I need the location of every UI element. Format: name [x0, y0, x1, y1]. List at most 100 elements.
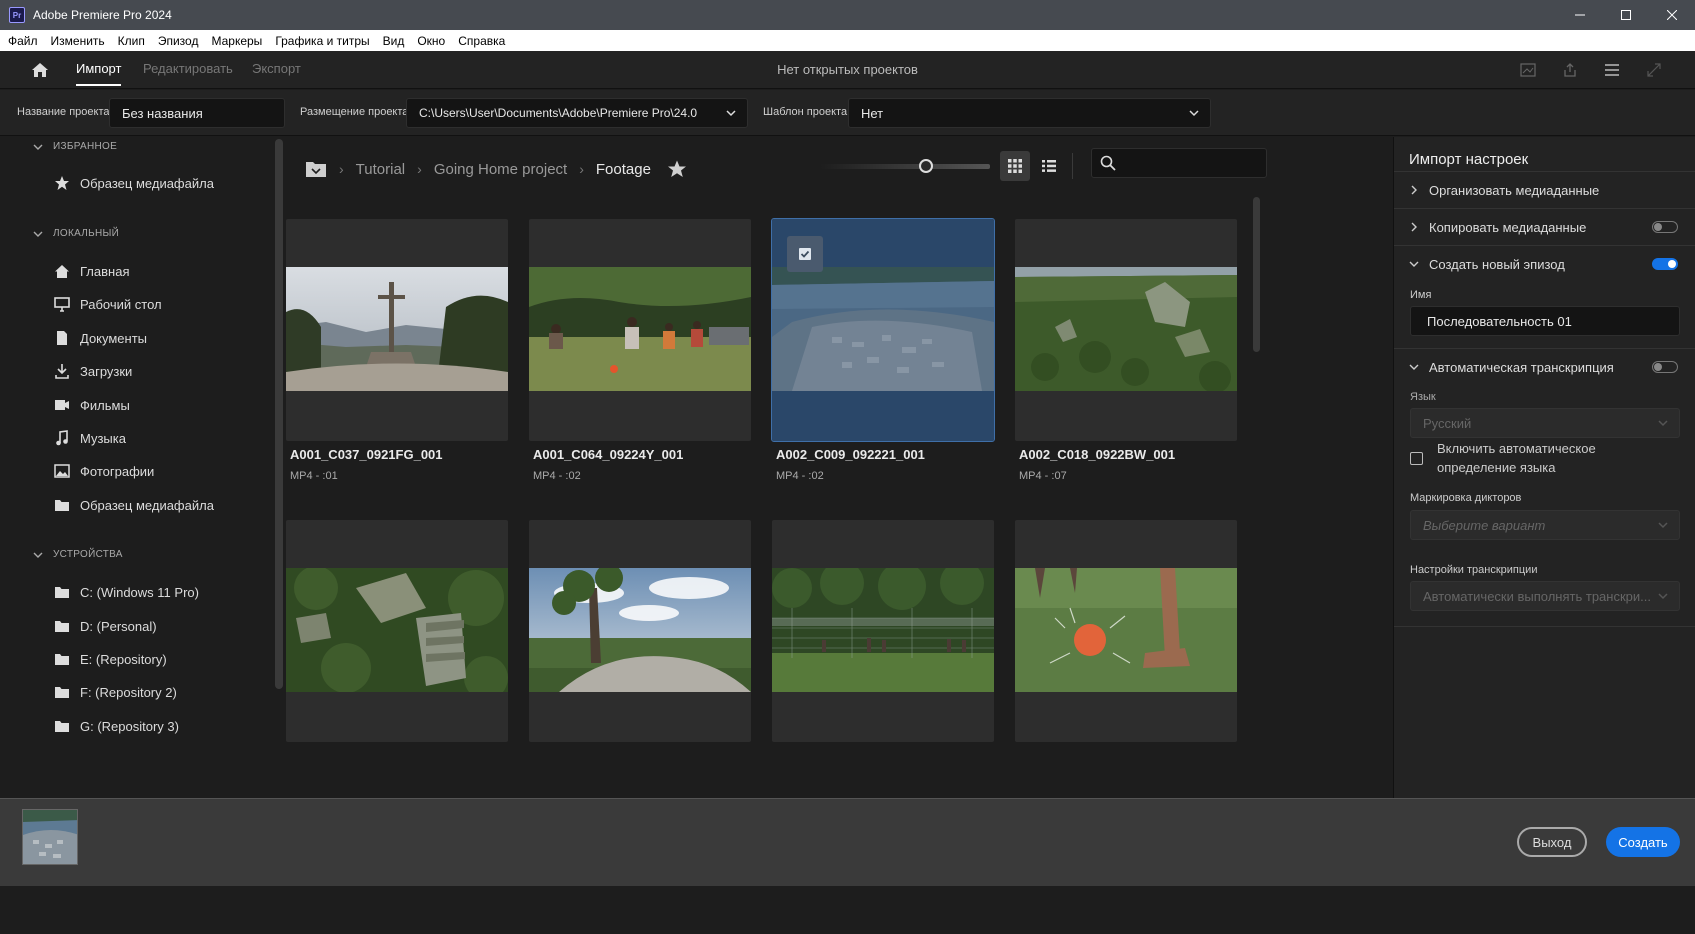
favorites-section-toggle[interactable]: ИЗБРАННОЕ	[33, 141, 117, 152]
exit-button[interactable]: Выход	[1517, 827, 1587, 857]
local-section-toggle[interactable]: ЛОКАЛЬНЫЙ	[33, 228, 119, 239]
browser-scrollbar-thumb[interactable]	[1253, 197, 1260, 352]
sidebar-scrollbar-thumb[interactable]	[275, 139, 283, 689]
clip-card[interactable]	[529, 520, 751, 742]
menu-window[interactable]: Окно	[417, 34, 445, 48]
clip-card[interactable]	[529, 219, 751, 441]
sidebar-item-drive-c[interactable]: C: (Windows 11 Pro)	[53, 583, 199, 601]
search-input[interactable]	[1122, 153, 1262, 173]
new-sequence-row[interactable]: Создать новый эпизод	[1394, 245, 1695, 282]
sidebar-item-label: Документы	[80, 330, 148, 346]
project-template-label: Шаблон проекта	[763, 106, 848, 118]
maximize-icon	[1621, 10, 1631, 20]
new-sequence-toggle[interactable]	[1652, 258, 1678, 270]
clip-meta: MP4 - :02	[776, 470, 824, 482]
project-location-select[interactable]: C:\Users\User\Documents\Adobe\Premiere P…	[406, 98, 748, 128]
workspaces-button[interactable]	[1601, 59, 1623, 81]
sidebar-item-label: E: (Repository)	[80, 651, 167, 667]
menu-clip[interactable]: Клип	[118, 34, 145, 48]
fullscreen-button[interactable]	[1643, 59, 1665, 81]
transcription-settings-select[interactable]: Автоматически выполнять транскри...	[1410, 581, 1680, 611]
slider-knob[interactable]	[919, 159, 933, 173]
breadcrumb-current: Footage	[595, 160, 651, 178]
folder-icon	[53, 617, 71, 635]
list-view-button[interactable]	[1034, 151, 1064, 181]
close-button[interactable]	[1649, 0, 1695, 30]
breadcrumb-item[interactable]: Going Home project	[434, 161, 567, 178]
clip-card[interactable]	[1015, 219, 1237, 441]
devices-section-toggle[interactable]: УСТРОЙСТВА	[33, 549, 123, 560]
local-section-label: ЛОКАЛЬНЫЙ	[53, 228, 120, 239]
sidebar-item-photos[interactable]: Фотографии	[53, 462, 154, 480]
sidebar-item-desktop[interactable]: Рабочий стол	[53, 295, 162, 313]
auto-transcribe-toggle[interactable]	[1652, 361, 1678, 373]
import-settings-title: Импорт настроек	[1409, 151, 1529, 168]
create-button[interactable]: Создать	[1606, 827, 1680, 857]
quick-export-button[interactable]	[1517, 59, 1539, 81]
clip-card[interactable]	[286, 520, 508, 742]
copy-media-row[interactable]: Копировать медиаданные	[1394, 208, 1695, 245]
menu-file[interactable]: Файл	[8, 34, 38, 48]
sidebar-item-documents[interactable]: Документы	[53, 329, 147, 347]
menu-edit[interactable]: Изменить	[51, 34, 105, 48]
menu-help[interactable]: Справка	[458, 34, 505, 48]
browser-scrollbar[interactable]	[1253, 197, 1260, 357]
sidebar-item-downloads[interactable]: Загрузки	[53, 362, 132, 380]
thumbnail-size-slider[interactable]	[820, 159, 990, 173]
breadcrumb-item[interactable]: Tutorial	[356, 161, 405, 178]
project-name-input[interactable]: Без названия	[109, 98, 285, 128]
toggle-knob	[1668, 260, 1676, 268]
auto-detect-language-label: Включить автоматическое определение язык…	[1437, 441, 1596, 475]
copy-media-toggle[interactable]	[1652, 221, 1678, 233]
media-search[interactable]	[1091, 148, 1267, 178]
clip-card[interactable]	[1015, 520, 1237, 742]
clip-thumbnail-field-fence	[772, 568, 994, 692]
menu-markers[interactable]: Маркеры	[211, 34, 262, 48]
sidebar-scrollbar[interactable]	[275, 137, 283, 691]
language-select[interactable]: Русский	[1410, 408, 1680, 438]
sidebar-item-drive-f[interactable]: F: (Repository 2)	[53, 683, 177, 701]
clip-thumbnail-tree-cliff	[529, 568, 751, 692]
sidebar-item-sample-media-favorite[interactable]: Образец медиафайла	[53, 174, 214, 192]
tab-export[interactable]: Экспорт	[252, 61, 301, 76]
clip-card[interactable]	[772, 520, 994, 742]
sidebar-item-sample-media[interactable]: Образец медиафайла	[53, 496, 214, 514]
sidebar-item-label: G: (Repository 3)	[80, 718, 179, 734]
selection-checkbox[interactable]	[787, 236, 823, 272]
sidebar-item-drive-d[interactable]: D: (Personal)	[53, 617, 157, 635]
auto-transcribe-label: Автоматическая транскрипция	[1429, 359, 1614, 375]
chevron-down-icon	[1658, 593, 1668, 600]
menu-view[interactable]: Вид	[383, 34, 405, 48]
organize-media-row[interactable]: Организовать медиаданные	[1394, 171, 1695, 208]
media-browser: › Tutorial › Going Home project › Footag…	[286, 137, 1392, 798]
sidebar-item-music[interactable]: Музыка	[53, 429, 126, 447]
tab-import[interactable]: Импорт	[76, 61, 122, 86]
tab-edit[interactable]: Редактировать	[143, 61, 233, 76]
menu-graphics[interactable]: Графика и титры	[275, 34, 369, 48]
sidebar-item-drive-g[interactable]: G: (Repository 3)	[53, 717, 179, 735]
speaker-labeling-select[interactable]: Выберите вариант	[1410, 510, 1680, 540]
auto-detect-language-checkbox[interactable]	[1410, 452, 1423, 465]
photo-icon	[53, 462, 71, 480]
sidebar-item-movies[interactable]: Фильмы	[53, 396, 130, 414]
star-favorite-icon[interactable]	[667, 159, 687, 179]
grid-view-button[interactable]	[1000, 151, 1030, 181]
clip-card[interactable]	[286, 219, 508, 441]
selected-clip-thumbnail[interactable]	[22, 809, 78, 865]
sidebar-item-home[interactable]: Главная	[53, 262, 129, 280]
auto-transcribe-row[interactable]: Автоматическая транскрипция	[1394, 348, 1695, 385]
share-button[interactable]	[1559, 59, 1581, 81]
home-button[interactable]	[28, 58, 52, 82]
search-icon	[1100, 155, 1116, 171]
chevron-right-icon	[1411, 222, 1417, 232]
clip-name: A002_C018_0922BW_001	[1019, 447, 1176, 462]
maximize-button[interactable]	[1603, 0, 1649, 30]
menu-sequence[interactable]: Эпизод	[158, 34, 199, 48]
project-location-value: C:\Users\User\Documents\Adobe\Premiere P…	[419, 106, 698, 120]
folder-icon	[53, 650, 71, 668]
project-template-select[interactable]: Нет	[848, 98, 1211, 128]
sequence-name-input[interactable]: Последовательность 01	[1410, 306, 1680, 336]
minimize-button[interactable]	[1557, 0, 1603, 30]
sidebar-item-drive-e[interactable]: E: (Repository)	[53, 650, 167, 668]
clip-card-selected[interactable]	[771, 218, 995, 442]
